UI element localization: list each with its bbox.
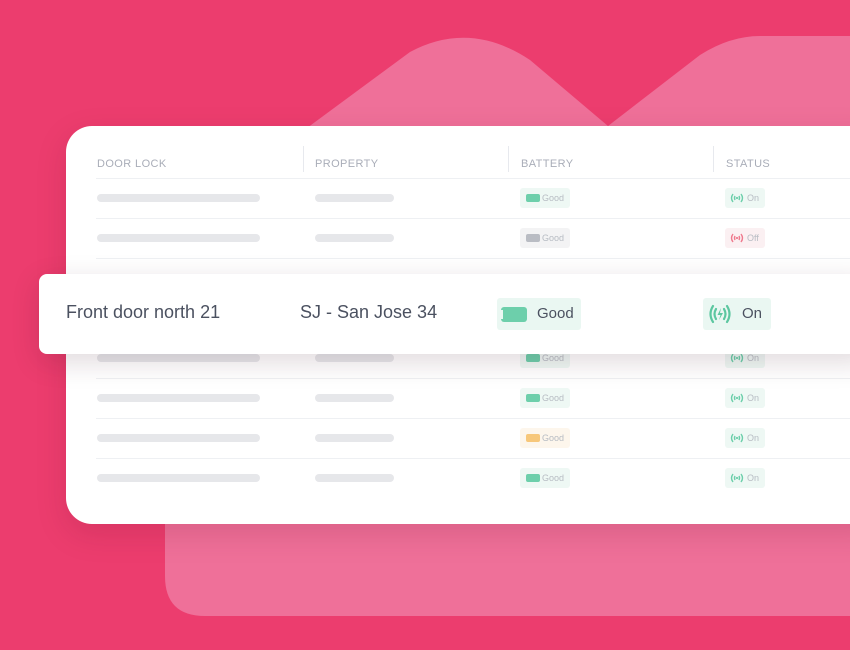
status-label: On — [747, 473, 760, 483]
battery-label: Good — [542, 353, 565, 363]
battery-badge: Good — [520, 228, 571, 248]
door-lock-placeholder — [97, 394, 260, 402]
door-lock-placeholder — [97, 434, 260, 442]
status-badge: On — [703, 298, 771, 330]
status-label: On — [747, 193, 760, 203]
status-label: On — [742, 305, 763, 322]
battery-label: Good — [542, 393, 565, 403]
status-label: Off — [747, 233, 759, 243]
wireless-signal-icon — [709, 304, 731, 324]
status-badge: On — [725, 428, 766, 448]
battery-label: Good — [542, 193, 565, 203]
column-divider — [508, 146, 509, 172]
battery-badge: Good — [497, 298, 581, 330]
status-label: On — [747, 433, 760, 443]
property-placeholder — [315, 394, 394, 402]
wireless-signal-icon — [730, 393, 744, 403]
column-divider — [713, 146, 714, 172]
wireless-signal-icon — [730, 353, 744, 363]
highlighted-table-row[interactable]: Front door north 21 SJ - San Jose 34 Goo… — [39, 274, 850, 354]
wireless-signal-icon — [730, 433, 744, 443]
table-row[interactable]: Good On — [96, 178, 850, 219]
stage: DOOR LOCK PROPERTY BATTERY STATUS Good O… — [0, 0, 850, 650]
door-lock-name: Front door north 21 — [66, 302, 221, 322]
property-placeholder — [315, 354, 394, 362]
status-badge: On — [725, 468, 766, 488]
status-badge: On — [725, 188, 766, 208]
wireless-signal-icon — [730, 233, 744, 243]
battery-terminal — [501, 310, 503, 319]
battery-badge: Good — [520, 388, 571, 408]
door-lock-placeholder — [97, 194, 260, 202]
battery-label: Good — [537, 305, 574, 322]
battery-icon — [526, 434, 540, 442]
battery-icon — [501, 307, 527, 322]
status-badge: On — [725, 388, 766, 408]
battery-label: Good — [542, 473, 565, 483]
door-lock-placeholder — [97, 234, 260, 242]
battery-badge: Good — [520, 468, 571, 488]
property-placeholder — [315, 434, 394, 442]
battery-icon — [526, 194, 540, 202]
door-lock-placeholder — [97, 354, 260, 362]
status-label: On — [747, 353, 760, 363]
table-row[interactable]: Good Off — [96, 218, 850, 259]
battery-unknown-icon — [526, 234, 540, 242]
table-row[interactable]: Good On — [96, 458, 850, 499]
wireless-signal-icon — [730, 193, 744, 203]
property-placeholder — [315, 474, 394, 482]
battery-badge: Good — [520, 428, 571, 448]
battery-badge: Good — [520, 188, 571, 208]
battery-icon — [526, 474, 540, 482]
battery-label: Good — [542, 233, 565, 243]
table-row[interactable]: Good On — [96, 378, 850, 419]
status-label: On — [747, 393, 760, 403]
column-divider — [303, 146, 304, 172]
wireless-signal-icon — [730, 473, 744, 483]
table-row[interactable]: Good On — [96, 418, 850, 459]
battery-icon — [526, 354, 540, 362]
battery-label: Good — [542, 433, 565, 443]
property-placeholder — [315, 234, 394, 242]
door-lock-placeholder — [97, 474, 260, 482]
battery-icon — [526, 394, 540, 402]
property-name: SJ - San Jose 34 — [300, 302, 438, 322]
status-badge: Off — [725, 228, 765, 248]
property-placeholder — [315, 194, 394, 202]
